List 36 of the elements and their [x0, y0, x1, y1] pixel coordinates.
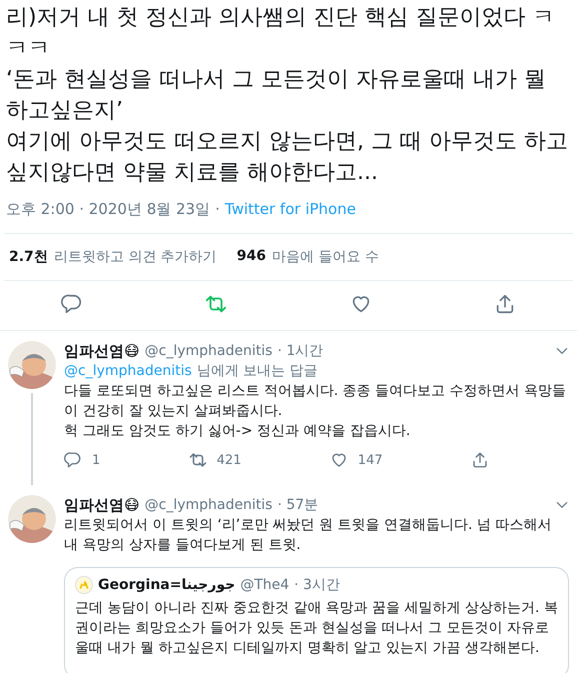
action-count: 147 — [358, 452, 383, 468]
mention-link[interactable]: @c_lymphadenitis — [64, 361, 192, 381]
tweet-text: 리)저거 내 첫 정신과 의사쌤의 진단 핵심 질문이었다 ㅋㅋㅋ — [6, 4, 556, 63]
retweet-icon[interactable] — [188, 451, 207, 469]
timestamp[interactable]: 오후 2:00 · 2020년 8월 23일 — [6, 200, 210, 219]
action-count: 1 — [92, 452, 100, 468]
reply-text: 다들 로또되면 하고싶은 리스트 적어봅시다. 종종 들여다보고 수정하면서 욕망들이 건강히 잘 있는지 살펴봐줍시다. — [64, 382, 568, 421]
reply-text: 리트윗되어서 이 트윗의 ‘리’로만 써놨던 원 트윗을 연결해둡니다. 넘 따스해서 내 욕망의 상자를 들여다보게 된 트윗. — [64, 516, 552, 555]
user-name[interactable]: 임파선염😷 — [64, 341, 140, 361]
client-link[interactable]: Twitter for iPhone — [224, 200, 356, 219]
quoted-text: 근데 농담이 아니라 진짜 중요한것 같애 욕망과 꿈을 세밀하게 상상하는거. 복권이라는 희망요소가 들어가 있듯 돈과 현실성을 떠나서 그 모든것이 자유로울때 내가 뭘 하고싶은지 디테일까지 명확히 알고 있는지 가끔 생각해본다. — [75, 599, 558, 658]
reply-text: 헉 그래도 암것도 하기 싫어-> 정신과 예약을 잡읍시다. — [64, 422, 412, 441]
user-name[interactable]: 임파선염😷 — [64, 495, 140, 515]
stat-label[interactable]: 마음에 들어요 수 — [272, 248, 379, 266]
avatar[interactable] — [8, 341, 56, 389]
user-handle[interactable]: @c_lymphadenitis — [144, 341, 272, 361]
reply-icon[interactable] — [61, 293, 84, 315]
action-count: 421 — [216, 452, 242, 468]
heart-icon[interactable] — [330, 451, 348, 469]
reply-to-text: 님에게 보내는 답글 — [196, 362, 318, 381]
stat-label[interactable]: 리트윗하고 의견 추가하기 — [54, 248, 217, 266]
post-time[interactable]: · 1시간 — [277, 341, 324, 361]
post-time[interactable]: · 3시간 — [294, 576, 340, 594]
user-name[interactable]: Georgina=جورجينا — [98, 577, 236, 593]
post-time[interactable]: · 57분 — [277, 495, 318, 515]
user-handle[interactable]: @c_lymphadenitis — [144, 495, 272, 515]
share-icon[interactable] — [470, 451, 489, 469]
user-handle[interactable]: @The4 — [240, 577, 290, 593]
tweet-text: ‘돈과 현실성을 떠나서 그 모든것이 자유로울때 내가 뭘 하고싶은지’ — [6, 66, 547, 125]
separator-dot: · — [215, 200, 220, 219]
avatar[interactable] — [8, 495, 56, 543]
tweet-text: 여기에 아무것도 떠오르지 않는다면, 그 때 아무것도 하고싶지않다면 약물 치료를 해야한다고... — [6, 128, 569, 187]
stat-count[interactable]: 2.7천 — [9, 248, 48, 266]
retweet-icon[interactable] — [205, 293, 228, 315]
reply-icon[interactable] — [64, 451, 82, 469]
stat-count[interactable]: 946 — [236, 248, 266, 266]
